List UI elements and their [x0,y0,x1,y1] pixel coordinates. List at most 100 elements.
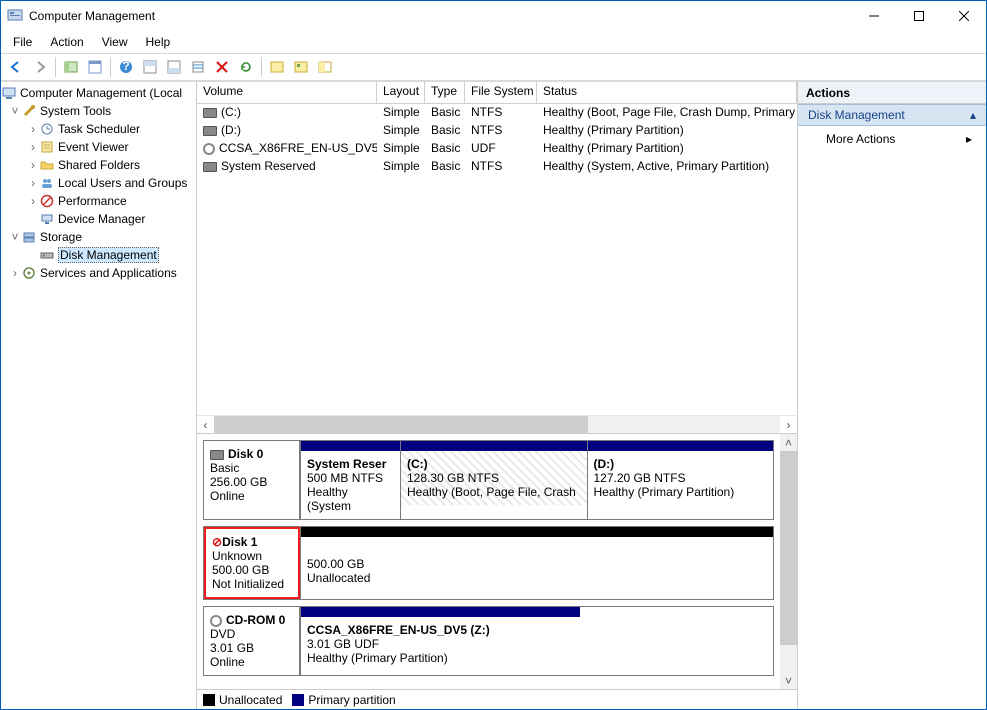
settings-button[interactable] [187,56,209,78]
tree-performance[interactable]: › Performance [1,192,196,210]
device-icon [39,211,55,227]
view-top-button[interactable] [139,56,161,78]
properties-button[interactable] [84,56,106,78]
scroll-thumb[interactable] [214,416,588,433]
cd-icon [210,615,222,627]
detail-button[interactable] [290,56,312,78]
delete-button[interactable] [211,56,233,78]
vol-type: Basic [425,104,465,122]
vertical-scrollbar[interactable]: ˄ ˅ [780,434,797,689]
part-title: (D:) [594,457,768,471]
expand-icon[interactable]: › [27,194,39,208]
disk-label[interactable]: Disk 0 Basic 256.00 GB Online [204,441,300,519]
menu-help[interactable]: Help [138,33,179,51]
expand-icon[interactable]: ˅ [9,230,21,244]
scroll-up-icon[interactable]: ˄ [780,434,797,451]
menu-file[interactable]: File [5,33,40,51]
legend-swatch-unallocated [203,694,215,706]
horizontal-scrollbar[interactable]: ‹ › [197,415,797,433]
col-volume[interactable]: Volume [197,82,377,104]
expand-icon[interactable]: ˅ [9,104,21,118]
computer-icon [1,85,17,101]
col-status[interactable]: Status [537,82,797,104]
vol-type: Basic [425,122,465,140]
view-bottom-button[interactable] [163,56,185,78]
tree-system-tools[interactable]: ˅ System Tools [1,102,196,120]
drive-icon [203,108,217,118]
volume-list[interactable]: Volume Layout Type File System Status (C… [197,82,797,433]
expand-icon[interactable]: › [9,266,21,280]
vol-status: Healthy (Primary Partition) [537,140,797,158]
collapse-icon[interactable]: ▴ [970,108,976,122]
tree-label: Disk Management [58,247,159,263]
disk-state: Not Initialized [212,577,292,591]
vol-name: CCSA_X86FRE_EN-US_DV5 (Z:) [219,141,377,155]
part-title: CCSA_X86FRE_EN-US_DV5 (Z:) [307,623,574,637]
tree-task-scheduler[interactable]: › Task Scheduler [1,120,196,138]
expand-icon[interactable]: › [27,140,39,154]
tree-label: Services and Applications [40,266,177,280]
vol-layout: Simple [377,104,425,122]
expand-icon[interactable]: › [27,158,39,172]
tree-event-viewer[interactable]: › Event Viewer [1,138,196,156]
actions-more-label: More Actions [826,132,895,146]
disk-row-1[interactable]: ⊘Disk 1 Unknown 500.00 GB Not Initialize… [203,526,774,600]
close-button[interactable] [941,1,986,31]
col-type[interactable]: Type [425,82,465,104]
list-button[interactable] [266,56,288,78]
col-layout[interactable]: Layout [377,82,425,104]
volume-row[interactable]: CCSA_X86FRE_EN-US_DV5 (Z:) Simple Basic … [197,140,797,158]
legend-swatch-primary [292,694,304,706]
tree-label: Task Scheduler [58,122,140,136]
scroll-track[interactable] [780,451,797,672]
expand-icon[interactable]: › [27,176,39,190]
tree-shared-folders[interactable]: › Shared Folders [1,156,196,174]
volume-row[interactable]: (C:) Simple Basic NTFS Healthy (Boot, Pa… [197,104,797,122]
tree-local-users[interactable]: › Local Users and Groups [1,174,196,192]
tree-services[interactable]: › Services and Applications [1,264,196,282]
disk-graphical-view[interactable]: Disk 0 Basic 256.00 GB Online System Res… [197,433,797,709]
volume-row[interactable]: (D:) Simple Basic NTFS Healthy (Primary … [197,122,797,140]
disk-label-highlighted[interactable]: ⊘Disk 1 Unknown 500.00 GB Not Initialize… [204,527,300,599]
actions-section[interactable]: Disk Management ▴ [798,104,986,126]
col-filesystem[interactable]: File System [465,82,537,104]
toolbar-separator [261,57,262,77]
forward-button[interactable] [29,56,51,78]
navigation-tree[interactable]: Computer Management (Local ˅ System Tool… [1,82,197,709]
disk-type: Unknown [212,549,292,563]
show-hide-tree-button[interactable] [60,56,82,78]
vol-layout: Simple [377,122,425,140]
menu-action[interactable]: Action [42,33,91,51]
back-button[interactable] [5,56,27,78]
minimize-button[interactable] [851,1,896,31]
partition-d[interactable]: (D:) 127.20 GB NTFS Healthy (Primary Par… [587,441,774,519]
partition-cdrom[interactable]: CCSA_X86FRE_EN-US_DV5 (Z:) 3.01 GB UDF H… [300,607,580,675]
tree-storage[interactable]: ˅ Storage [1,228,196,246]
maximize-button[interactable] [896,1,941,31]
actions-pane: Actions Disk Management ▴ More Actions ▸ [798,82,986,709]
disk-label[interactable]: CD-ROM 0 DVD 3.01 GB Online [204,607,300,675]
partition-system-reserved[interactable]: System Reser 500 MB NTFS Healthy (System [300,441,400,519]
vol-status: Healthy (Primary Partition) [537,122,797,140]
help-button[interactable]: ? [115,56,137,78]
actions-section-label: Disk Management [808,108,905,122]
scroll-right-icon[interactable]: › [780,416,797,433]
tree-root[interactable]: Computer Management (Local [1,84,196,102]
disk-row-cdrom[interactable]: CD-ROM 0 DVD 3.01 GB Online CCSA_X86FRE_… [203,606,774,676]
tree-device-manager[interactable]: Device Manager [1,210,196,228]
tree-disk-management[interactable]: Disk Management [1,246,196,264]
scroll-left-icon[interactable]: ‹ [197,416,214,433]
partition-unallocated[interactable]: 500.00 GB Unallocated [300,527,773,599]
actions-more[interactable]: More Actions ▸ [798,126,986,152]
scroll-track[interactable] [214,416,780,433]
extra-button[interactable] [314,56,336,78]
volume-row[interactable]: System Reserved Simple Basic NTFS Health… [197,158,797,176]
scroll-thumb[interactable] [780,451,797,645]
partition-c[interactable]: (C:) 128.30 GB NTFS Healthy (Boot, Page … [400,441,587,519]
expand-icon[interactable]: › [27,122,39,136]
refresh-button[interactable] [235,56,257,78]
disk-row-0[interactable]: Disk 0 Basic 256.00 GB Online System Res… [203,440,774,520]
vol-layout: Simple [377,158,425,176]
scroll-down-icon[interactable]: ˅ [780,672,797,689]
menu-view[interactable]: View [94,33,136,51]
